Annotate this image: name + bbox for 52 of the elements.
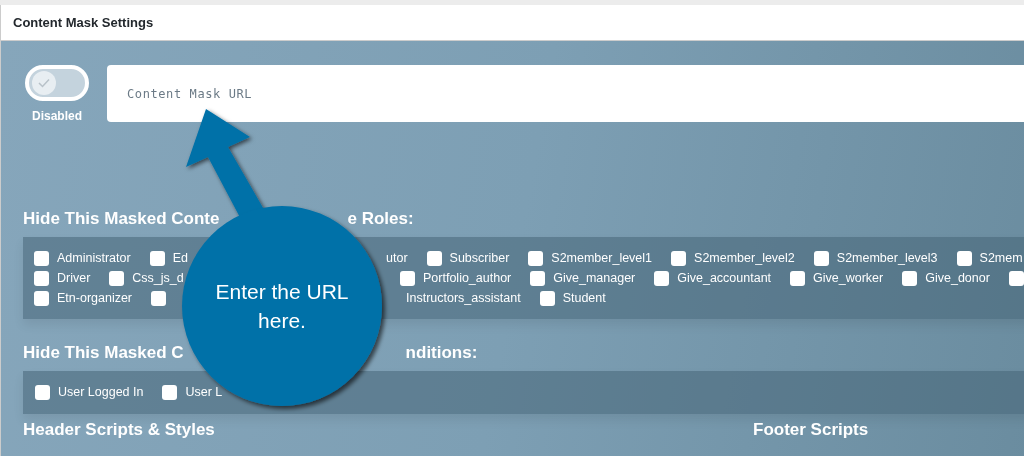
check-icon [32,71,56,95]
section-heading: nditions: [405,343,478,363]
checkbox[interactable] [671,250,687,266]
checkbox[interactable] [426,250,442,266]
checkbox[interactable] [34,290,49,306]
toggle-label: Disabled [32,108,82,125]
checkbox-label: Subscriber [449,249,510,267]
checkbox[interactable] [34,250,49,266]
checkbox-label: S2member_level3 [836,249,938,267]
checkbox[interactable] [654,270,670,286]
checkbox-label: Portfolio_author [423,269,512,287]
checkbox-label: Etn-organizer [57,289,133,307]
checkbox-label: utor [386,249,408,267]
callout-text: Enter the URL here. [214,279,350,335]
checkbox[interactable] [902,270,918,286]
url-field[interactable]: Content Mask URL [107,65,1024,122]
checkbox-label: Css_js_d [132,269,184,287]
checkbox[interactable] [539,290,555,306]
checkbox[interactable] [35,384,50,400]
checkbox[interactable] [162,384,178,400]
checkbox-label: Give_donor [925,269,990,287]
checkbox[interactable] [151,290,167,306]
checkbox-label: Driver [57,269,91,287]
section-heading: Hide This Masked Conte [23,209,220,229]
checkbox-label: Give_accountant [677,269,772,287]
section-heading: Footer Scripts [753,419,869,440]
checkbox[interactable] [149,250,165,266]
checkbox[interactable] [790,270,806,286]
checkbox-label: Instructors_assistant [406,289,521,307]
section-heading: Header Scripts & Styles [23,419,216,440]
checkbox[interactable] [34,270,49,286]
checkbox-label: Student [562,289,606,307]
checkbox[interactable] [956,250,972,266]
panel-title: Content Mask Settings [1,5,1024,41]
checkbox-label: Give_worker [813,269,884,287]
checkbox[interactable] [813,250,829,266]
checkbox-label: User L [185,384,223,401]
checkbox[interactable] [530,270,546,286]
checkbox[interactable] [1008,270,1024,286]
toggle-switch[interactable] [25,65,89,101]
checkbox-label: Give_manager [553,269,636,287]
checkbox[interactable] [109,270,125,286]
checkbox-label: S2member_level2 [694,249,795,267]
checkbox-label: User Logged In [58,384,144,401]
section-heading: Hide This Masked C [23,343,184,363]
checkbox-label: S2member_level1 [551,249,653,267]
section-heading: e Roles: [347,209,414,229]
checkbox-label: Administrator [57,249,131,267]
checkbox[interactable] [528,250,544,266]
checkbox[interactable] [400,270,415,286]
checkbox-label: S2mem [979,249,1023,267]
checkbox-label: Ed [172,249,188,267]
